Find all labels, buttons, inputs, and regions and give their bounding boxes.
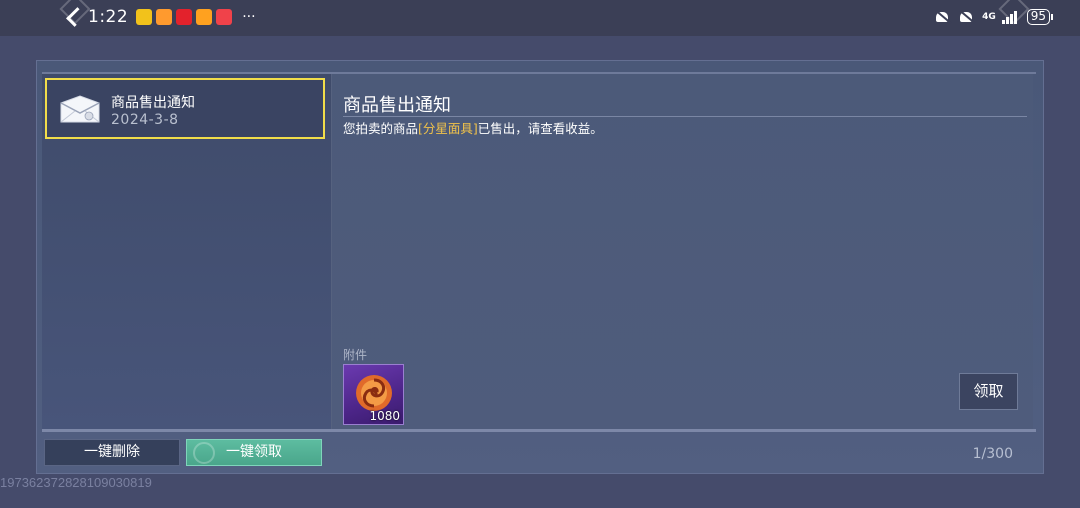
status-bar: 1:22 ··· 4G 95 — [0, 0, 1080, 36]
mail-list: 商品售出通知 2024-3-8 — [42, 74, 331, 429]
mail-detail: 商品售出通知 您拍卖的商品[分星面具]已售出，请查看收益。 附件 1080 领取 — [331, 74, 1033, 429]
envelope-icon — [60, 95, 100, 123]
mail-detail-title: 商品售出通知 — [343, 95, 451, 116]
mail-detail-body: 您拍卖的商品[分星面具]已售出，请查看收益。 — [343, 118, 603, 137]
notification-app-icon — [216, 9, 233, 25]
mail-panel: 商品售出通知 2024-3-8 商品售出通知 您拍卖的商品[分星面具]已售出，请… — [36, 60, 1044, 474]
player-id-watermark: 1973623728281090308​19 — [0, 475, 152, 490]
notifications-off-icon — [958, 9, 976, 25]
panel-divider — [42, 429, 1036, 432]
notification-app-icon — [196, 9, 213, 25]
title-divider — [343, 116, 1027, 117]
silent-mode-icon — [934, 9, 952, 25]
status-left: 1:22 ··· — [66, 6, 256, 28]
mail-body-item-name: [分星面具] — [418, 121, 478, 136]
clock-time: 1:22 — [88, 7, 129, 27]
status-right: 4G 95 — [934, 6, 1054, 28]
network-type-label: 4G — [982, 11, 996, 22]
mail-body-suffix: 已售出，请查看收益。 — [477, 121, 603, 136]
claim-button[interactable]: 领取 — [959, 373, 1018, 410]
notification-app-icon — [156, 9, 173, 25]
signal-strength-icon — [1001, 10, 1017, 24]
notification-app-icon — [136, 9, 153, 25]
attachments-label: 附件 — [343, 348, 368, 362]
notification-app-icon — [176, 9, 193, 25]
claim-all-label: 一键领取 — [226, 444, 282, 460]
claim-all-button[interactable]: 一键领取 — [186, 439, 322, 466]
attachment-slot[interactable]: 1080 — [343, 364, 404, 425]
battery-icon: 95 — [1026, 9, 1054, 25]
back-icon[interactable] — [66, 7, 86, 27]
attachment-count: 1080 — [369, 409, 400, 423]
more-notifications-icon: ··· — [242, 9, 256, 25]
mail-count: 1/300 — [972, 446, 1013, 462]
mail-list-item[interactable]: 商品售出通知 2024-3-8 — [45, 78, 325, 139]
mail-body-prefix: 您拍卖的商品 — [343, 121, 419, 136]
mail-item-title: 商品售出通知 — [111, 95, 195, 111]
delete-all-button[interactable]: 一键删除 — [44, 439, 180, 466]
mail-item-date: 2024-3-8 — [111, 112, 179, 128]
swirl-decoration-icon — [193, 442, 215, 464]
